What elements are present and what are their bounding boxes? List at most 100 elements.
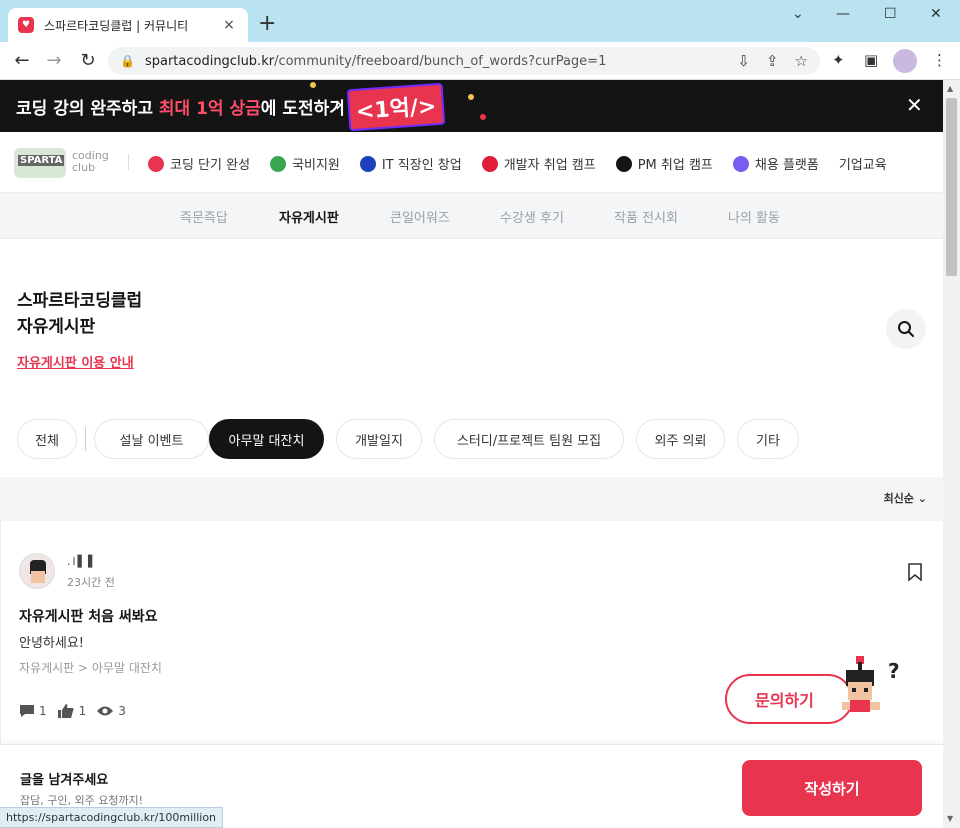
forward-icon[interactable]: →	[42, 50, 66, 71]
chevron-down-icon: ⌄	[917, 492, 927, 505]
logo-sub-2: club	[72, 161, 96, 174]
tab-qna[interactable]: 즉문즉답	[180, 207, 228, 226]
header-nav: 코딩 단기 완성 국비지원 IT 직장인 창업 개발자 취업 캠프 PM 취업 …	[148, 154, 887, 173]
minimize-icon[interactable]: —	[836, 6, 850, 22]
search-icon	[898, 321, 914, 337]
maximize-icon[interactable]: ☐	[884, 6, 897, 22]
close-window-icon[interactable]: ✕	[930, 6, 942, 22]
flame-icon	[359, 155, 376, 172]
write-button[interactable]: 작성하기	[742, 760, 922, 816]
status-url: https://spartacodingclub.kr/100million	[0, 807, 224, 828]
tab-showcase[interactable]: 작품 전시회	[614, 207, 678, 226]
close-tab-icon[interactable]: ×	[220, 17, 238, 33]
tab-search-icon[interactable]: ⌄	[792, 6, 804, 22]
confetti-icon	[480, 114, 486, 120]
tab-awards[interactable]: 큰일어워즈	[390, 207, 450, 226]
address-bar: ← → ↻ 🔒 spartacodingclub.kr/community/fr…	[0, 42, 960, 80]
inquiry-button[interactable]: 문의하기	[725, 674, 853, 724]
side-panel-icon[interactable]: ▣	[864, 51, 878, 69]
extensions-icon[interactable]: ✦	[832, 51, 845, 69]
view-count: 3	[118, 704, 126, 718]
scrollbar-thumb[interactable]	[946, 98, 957, 276]
thumbs-up-icon	[57, 704, 74, 718]
sprout-icon	[270, 155, 287, 172]
post-body: 안녕하세요!	[19, 636, 85, 651]
banner-text-highlight: 최대 1억 상금	[158, 99, 261, 119]
install-icon[interactable]: ⇩	[737, 52, 750, 70]
banner-text-post: 에 도전하기	[260, 99, 345, 119]
chip-lunar-event[interactable]: 설날 이벤트	[94, 419, 209, 459]
scroll-up-icon[interactable]: ▲	[947, 84, 953, 93]
chip-random-talk[interactable]: 아무말 대잔치	[209, 419, 324, 459]
comment-icon	[20, 705, 34, 717]
chevron-right-icon: ›	[335, 92, 343, 116]
like-count: 1	[78, 704, 87, 718]
chip-all[interactable]: 전체	[17, 419, 77, 459]
menu-icon[interactable]: ⋮	[932, 51, 947, 69]
logo-mark: SPARTA	[14, 148, 66, 178]
scroll-down-icon[interactable]: ▼	[947, 814, 953, 823]
tab-reviews[interactable]: 수강생 후기	[500, 207, 564, 226]
post-time: 23시간 전	[67, 576, 115, 589]
comment-count: 1	[39, 704, 47, 718]
post-category: 자유게시판 > 아무말 대잔치	[19, 661, 162, 675]
board-guide-link[interactable]: 자유게시판 이용 안내	[17, 352, 134, 371]
svg-text:?: ?	[888, 659, 900, 683]
page-title: 스파르타코딩클럽 자유게시판	[17, 288, 142, 340]
search-button[interactable]	[886, 309, 926, 349]
back-icon[interactable]: ←	[10, 50, 34, 71]
url-host: spartacodingclub.kr	[144, 53, 275, 69]
nav-item-dev-camp[interactable]: 개발자 취업 캠프	[481, 154, 596, 173]
nav-item-hiring[interactable]: 채용 플랫폼	[732, 154, 819, 173]
chip-team-recruit[interactable]: 스터디/프로젝트 팀원 모집	[434, 419, 624, 459]
nav-item-gov-support[interactable]: 국비지원	[270, 154, 340, 173]
write-subtext: 잡담, 구인, 외주 요청까지!	[20, 794, 144, 807]
nav-item-startup[interactable]: IT 직장인 창업	[359, 154, 462, 173]
code-icon	[148, 155, 164, 172]
chip-etc[interactable]: 기타	[737, 419, 799, 459]
nav-item-pm-camp[interactable]: PM 취업 캠프	[615, 154, 713, 173]
nav-item-enterprise[interactable]: 기업교육	[839, 154, 887, 173]
sort-dropdown[interactable]: 최신순 ⌄	[884, 490, 927, 506]
prize-badge: <1억/>	[346, 82, 446, 132]
chip-dev-log[interactable]: 개발일지	[336, 419, 422, 459]
browser-tab[interactable]: ♥ 스파르타코딩클럽 | 커뮤니티 ×	[8, 8, 248, 42]
profile-avatar[interactable]	[893, 49, 917, 73]
new-tab-icon[interactable]: +	[258, 12, 276, 36]
mascot-icon: ?	[842, 656, 900, 712]
banner-text-pre: 코딩 강의 완주하고	[16, 99, 159, 119]
eye-icon	[97, 706, 114, 716]
author-avatar	[19, 553, 55, 589]
lock-icon: 🔒	[120, 54, 135, 68]
nav-item-short-course[interactable]: 코딩 단기 완성	[148, 154, 250, 173]
site-logo[interactable]: SPARTA coding club	[14, 144, 110, 180]
share-icon[interactable]: ⇪	[766, 52, 779, 70]
page-title-line1: 스파르타코딩클럽	[17, 291, 143, 311]
close-banner-icon[interactable]: ✕	[906, 93, 923, 117]
write-heading: 글을 남겨주세요	[20, 773, 109, 788]
favicon-icon: ♥	[18, 17, 34, 33]
scrollbar[interactable]: ▲ ▼	[943, 80, 960, 828]
99-icon	[481, 155, 498, 172]
promo-banner[interactable]: 코딩 강의 완주하고 최대 1억 상금에 도전하기 › ✕	[0, 80, 943, 132]
confetti-icon	[468, 94, 474, 100]
post-stats: 1 1 3	[19, 703, 126, 719]
url-path: /community/freeboard/bunch_of_words?curP…	[274, 53, 607, 69]
site-header: SPARTA coding club 코딩 단기 완성 국비지원 IT 직장인 …	[0, 132, 943, 193]
bookmark-icon[interactable]	[907, 563, 923, 585]
url-input[interactable]: 🔒 spartacodingclub.kr/community/freeboar…	[108, 47, 820, 75]
browser-tab-bar: ♥ 스파르타코딩클럽 | 커뮤니티 × + ⌄ — ☐ ✕	[0, 0, 960, 42]
tab-title: 스파르타코딩클럽 | 커뮤니티	[44, 18, 189, 33]
bookmark-star-icon[interactable]: ☆	[795, 52, 808, 70]
s-icon	[615, 155, 632, 172]
page-title-line2: 자유게시판	[17, 317, 96, 337]
post-title[interactable]: 자유게시판 처음 써봐요	[19, 606, 158, 626]
tab-my-activity[interactable]: 나의 활동	[728, 207, 780, 226]
reload-icon[interactable]: ↻	[76, 50, 100, 71]
confetti-icon	[310, 82, 316, 88]
sort-bar: 최신순 ⌄	[0, 477, 943, 521]
tab-freeboard[interactable]: 자유게시판	[279, 207, 339, 226]
community-tabs: 즉문즉답 자유게시판 큰일어워즈 수강생 후기 작품 전시회 나의 활동	[0, 193, 943, 239]
header-divider	[128, 154, 129, 170]
chip-outsourcing[interactable]: 외주 의뢰	[636, 419, 725, 459]
